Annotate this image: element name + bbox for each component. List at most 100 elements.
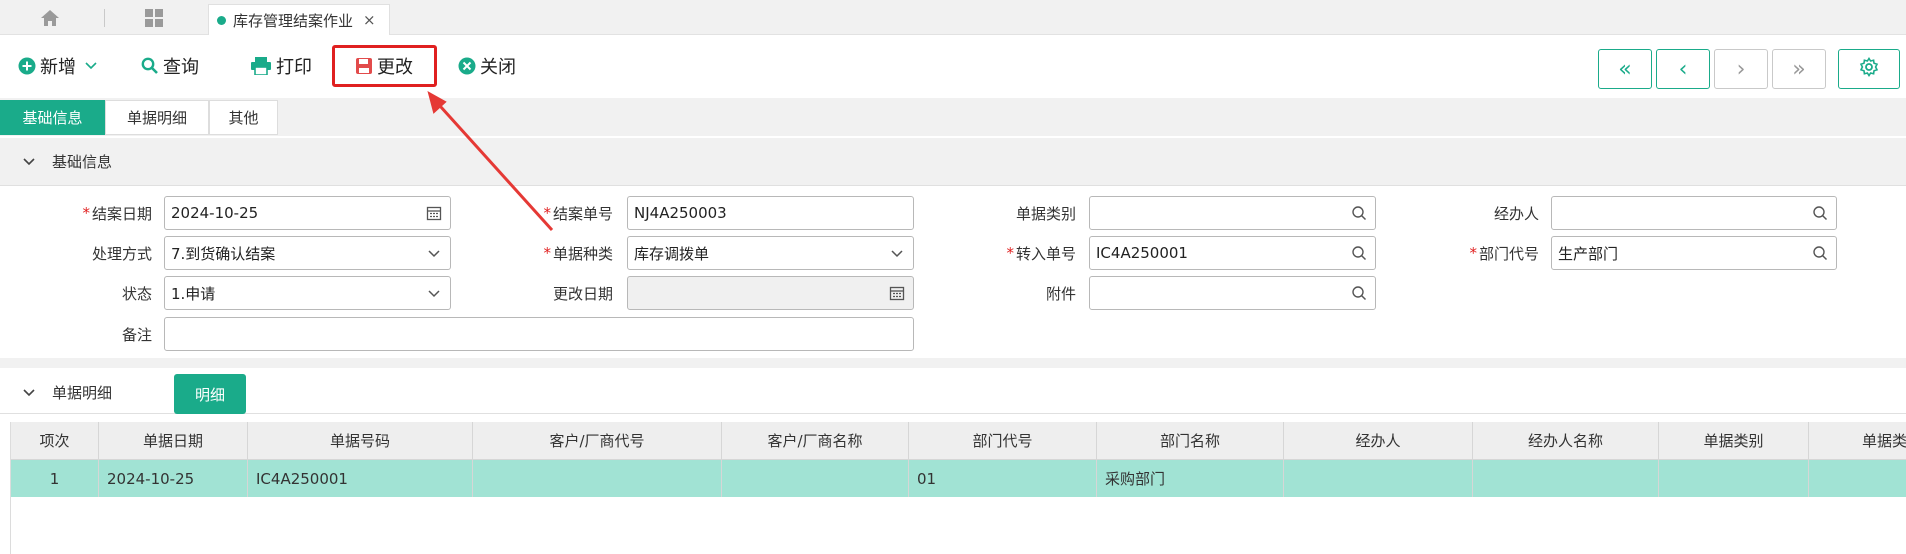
gear-icon — [1859, 57, 1879, 81]
chevron-down-icon[interactable] — [426, 245, 442, 261]
table-cell[interactable] — [473, 460, 722, 497]
close-tab-icon[interactable]: × — [363, 11, 376, 29]
column-header[interactable]: 单据号码 — [248, 422, 473, 459]
remark-label: 备注 — [121, 325, 152, 344]
column-header[interactable]: 单据日期 — [99, 422, 248, 459]
detail-section-header[interactable]: 单据明细 — [0, 372, 1906, 414]
printer-icon — [250, 57, 272, 75]
status-label: 状态 — [121, 284, 152, 303]
dept-code-label: * 部门代号 — [1469, 244, 1539, 263]
transfer-no-label: * 转入单号 — [1006, 244, 1076, 263]
print-button[interactable]: 打印 — [250, 49, 312, 83]
chevron-down-icon[interactable] — [84, 61, 98, 71]
new-label: 新增 — [40, 57, 76, 78]
detail-button[interactable]: 明细 — [174, 374, 246, 414]
method-select[interactable]: 7.到货确认结案 — [164, 236, 451, 270]
table-cell[interactable] — [1473, 460, 1659, 497]
search-icon[interactable] — [1351, 245, 1367, 261]
close-no-field[interactable]: NJ4A250003 — [627, 196, 914, 230]
search-icon[interactable] — [1812, 205, 1828, 221]
column-header[interactable]: 部门名称 — [1097, 422, 1284, 459]
search-icon[interactable] — [1351, 205, 1367, 221]
column-header[interactable]: 部门代号 — [909, 422, 1097, 459]
close-button[interactable]: 关闭 — [458, 49, 516, 83]
tab-label: 库存管理结案作业 — [233, 11, 354, 30]
detail-table: 项次 单据日期 单据号码 客户/厂商代号 客户/厂商名称 部门代号 部门名称 经… — [10, 422, 1906, 554]
grid-icon[interactable] — [144, 9, 164, 27]
change-date-field — [627, 276, 914, 310]
close-no-label: * 结案单号 — [543, 204, 613, 223]
column-header[interactable]: 客户/厂商代号 — [473, 422, 722, 459]
table-cell[interactable]: 01 — [909, 460, 1097, 497]
basic-info-section-header[interactable]: 基础信息 — [0, 138, 1906, 186]
prev-record-button[interactable]: ‹ — [1656, 49, 1710, 89]
column-header[interactable]: 项次 — [11, 422, 99, 459]
chevron-down-icon[interactable] — [22, 157, 36, 167]
doc-kind-select[interactable]: 库存调拨单 — [627, 236, 914, 270]
handler-field[interactable] — [1551, 196, 1837, 230]
status-select[interactable]: 1.申请 — [164, 276, 451, 310]
calendar-icon[interactable] — [426, 205, 442, 221]
table-cell[interactable] — [1659, 460, 1809, 497]
table-row[interactable]: 1 2024-10-25 IC4A250001 01 采购部门 — [11, 460, 1906, 497]
print-label: 打印 — [276, 57, 312, 78]
double-chevron-right-icon: » — [1792, 56, 1806, 82]
table-cell[interactable]: IC4A250001 — [248, 460, 473, 497]
close-label: 关闭 — [480, 57, 516, 78]
table-header: 项次 单据日期 单据号码 客户/厂商代号 客户/厂商名称 部门代号 部门名称 经… — [11, 422, 1906, 460]
attachment-label: 附件 — [1045, 284, 1076, 303]
doc-type-field[interactable] — [1089, 196, 1376, 230]
section-title: 单据明细 — [52, 384, 113, 402]
tab-document-detail[interactable]: 单据明细 — [105, 100, 209, 135]
search-icon[interactable] — [1812, 245, 1828, 261]
method-label: 处理方式 — [91, 244, 152, 263]
transfer-no-field[interactable]: IC4A250001 — [1089, 236, 1376, 270]
chevron-left-icon: ‹ — [1678, 56, 1688, 82]
table-cell[interactable] — [1284, 460, 1473, 497]
next-record-button[interactable]: › — [1714, 49, 1768, 89]
settings-button[interactable] — [1838, 49, 1900, 89]
search-icon[interactable] — [1351, 285, 1367, 301]
query-label: 查询 — [163, 57, 199, 78]
close-circle-icon — [458, 57, 476, 75]
section-divider — [0, 358, 1906, 368]
double-chevron-left-icon: « — [1618, 56, 1632, 82]
table-cell[interactable]: 1 — [11, 460, 99, 497]
chevron-down-icon[interactable] — [22, 388, 36, 398]
table-cell[interactable] — [1809, 460, 1906, 497]
tab-separator — [104, 9, 105, 27]
last-record-button[interactable]: » — [1772, 49, 1826, 89]
doc-kind-label: * 单据种类 — [543, 244, 613, 263]
handler-label: 经办人 — [1493, 204, 1539, 223]
query-button[interactable]: 查询 — [141, 49, 199, 83]
column-header[interactable]: 客户/厂商名称 — [722, 422, 909, 459]
home-icon[interactable] — [40, 9, 60, 27]
top-tab-strip: 库存管理结案作业 × — [0, 0, 1906, 35]
doc-type-label: 单据类别 — [1015, 204, 1076, 223]
plus-circle-icon — [18, 57, 36, 75]
table-cell[interactable]: 采购部门 — [1097, 460, 1284, 497]
search-icon — [141, 57, 159, 75]
tab-other[interactable]: 其他 — [209, 100, 278, 135]
table-cell[interactable]: 2024-10-25 — [99, 460, 248, 497]
remark-field[interactable] — [164, 317, 914, 351]
column-header[interactable]: 单据类 — [1809, 422, 1906, 459]
attachment-field[interactable] — [1089, 276, 1376, 310]
column-header[interactable]: 经办人 — [1284, 422, 1473, 459]
edit-label: 更改 — [377, 57, 413, 78]
chevron-down-icon[interactable] — [889, 245, 905, 261]
dept-code-field[interactable]: 生产部门 — [1551, 236, 1837, 270]
column-header[interactable]: 经办人名称 — [1473, 422, 1659, 459]
column-header[interactable]: 单据类别 — [1659, 422, 1809, 459]
edit-button[interactable]: 更改 — [332, 45, 437, 87]
close-date-label: * 结案日期 — [82, 204, 152, 223]
save-icon — [355, 57, 373, 75]
table-cell[interactable] — [722, 460, 909, 497]
close-date-field[interactable]: 2024-10-25 — [164, 196, 451, 230]
tab-basic-info[interactable]: 基础信息 — [0, 100, 105, 135]
tab-closing-job[interactable]: 库存管理结案作业 × — [208, 4, 390, 35]
calendar-icon — [889, 285, 905, 301]
first-record-button[interactable]: « — [1598, 49, 1652, 89]
new-button[interactable]: 新增 — [18, 49, 102, 83]
chevron-down-icon[interactable] — [426, 285, 442, 301]
